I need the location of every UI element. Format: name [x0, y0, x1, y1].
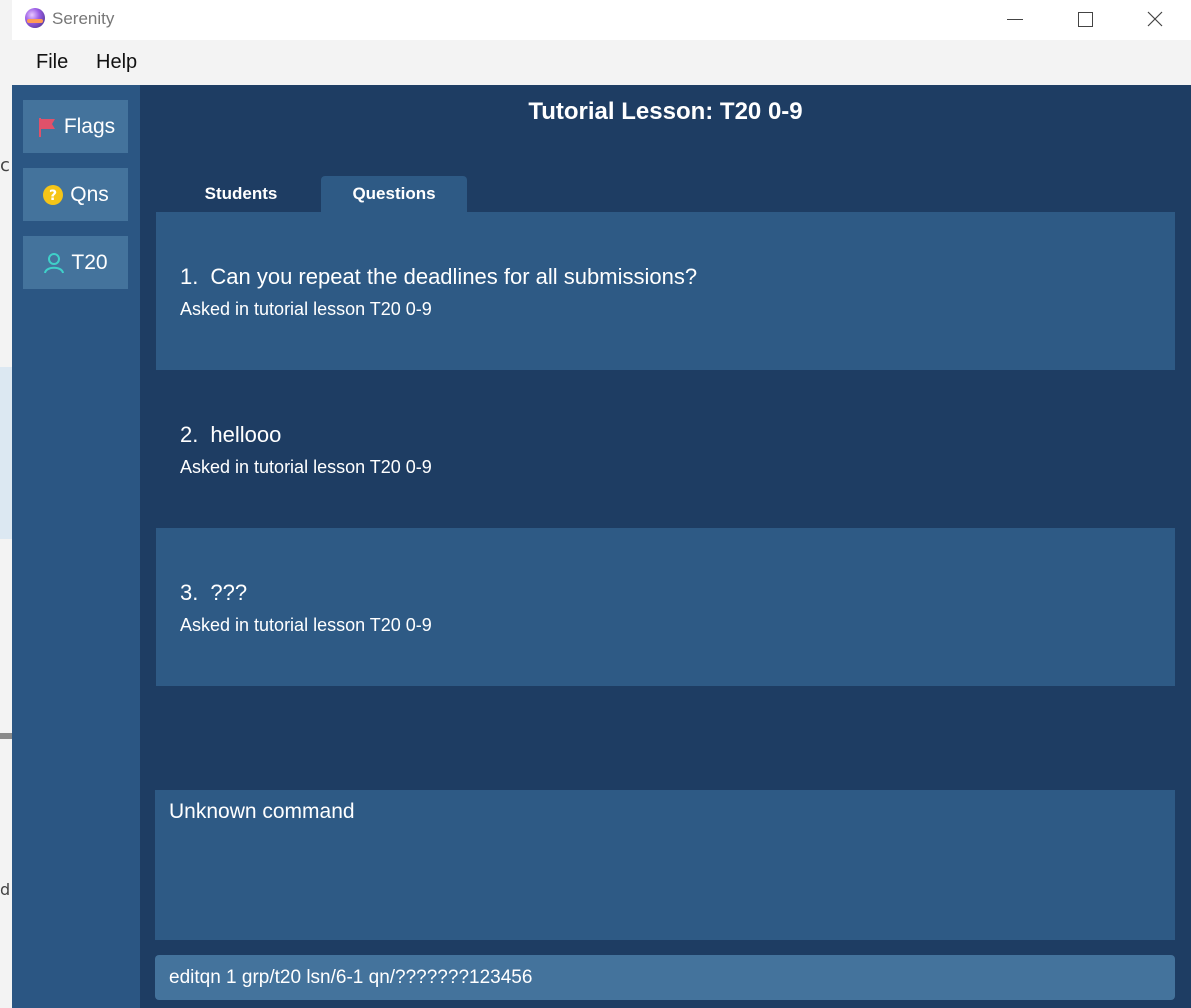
sidebar-item-label: Flags	[63, 114, 116, 138]
minimize-button[interactable]	[980, 0, 1050, 38]
maximize-icon	[1077, 11, 1093, 27]
question-number: 1.	[180, 264, 199, 289]
question-icon: ?	[42, 184, 64, 206]
maximize-button[interactable]	[1050, 0, 1120, 38]
menu-help[interactable]: Help	[96, 51, 137, 74]
question-list: 1. Can you repeat the deadlines for all s…	[156, 212, 1175, 686]
question-number: 3.	[180, 580, 199, 605]
svg-text:?: ?	[49, 188, 57, 204]
title-bar: Serenity	[12, 0, 1191, 40]
tab-students[interactable]: Students	[168, 176, 314, 212]
menu-file[interactable]: File	[36, 51, 68, 74]
question-subtitle: Asked in tutorial lesson T20 0-9	[180, 457, 432, 477]
tab-questions[interactable]: Questions	[321, 176, 467, 212]
close-button[interactable]	[1120, 0, 1190, 38]
question-number: 2.	[180, 422, 199, 447]
question-body: Can you repeat the deadlines for all sub…	[210, 264, 698, 289]
question-subtitle: Asked in tutorial lesson T20 0-9	[180, 299, 432, 319]
question-text: 3.???	[180, 580, 247, 606]
list-item[interactable]: 3.??? Asked in tutorial lesson T20 0-9	[156, 528, 1175, 686]
app-window: Serenity File Help Flags ? Qns T20 Tutor…	[12, 0, 1191, 1008]
sidebar-item-flags[interactable]: Flags	[23, 100, 128, 153]
background-glyph: c	[0, 155, 10, 176]
background-glyph: d	[0, 880, 11, 899]
sidebar-item-label: T20	[71, 250, 108, 274]
list-item[interactable]: 2. hellooo Asked in tutorial lesson T20 0…	[156, 370, 1175, 528]
result-display: Unknown command	[155, 790, 1175, 940]
background-divider	[0, 733, 12, 739]
flag-icon	[36, 116, 58, 138]
page-title: Tutorial Lesson: T20 0-9	[528, 98, 803, 125]
sidebar: Flags ? Qns T20	[12, 85, 140, 1008]
main-panel: Tutorial Lesson: T20 0-9 Students Questi…	[140, 85, 1191, 1008]
question-text: 1. Can you repeat the deadlines for all s…	[180, 264, 697, 290]
background-window: c d	[0, 0, 12, 1008]
question-body: hellooo	[210, 422, 282, 447]
window-title: Serenity	[52, 9, 115, 28]
sidebar-item-qns[interactable]: ? Qns	[23, 168, 128, 221]
menu-bar: File Help	[12, 40, 1191, 86]
serenity-logo-icon	[25, 8, 45, 28]
question-body: ???	[210, 580, 248, 605]
minimize-icon	[1007, 18, 1023, 20]
sidebar-item-t20[interactable]: T20	[23, 236, 128, 289]
person-icon	[43, 252, 65, 274]
command-input[interactable]	[155, 955, 1183, 1000]
close-icon	[1147, 11, 1163, 27]
question-subtitle: Asked in tutorial lesson T20 0-9	[180, 615, 432, 635]
background-panel	[0, 367, 12, 539]
command-box	[155, 955, 1183, 1000]
result-text: Unknown command	[169, 800, 355, 823]
sidebar-item-label: Qns	[70, 182, 109, 206]
question-text: 2. hellooo	[180, 422, 281, 448]
list-item[interactable]: 1. Can you repeat the deadlines for all s…	[156, 212, 1175, 370]
